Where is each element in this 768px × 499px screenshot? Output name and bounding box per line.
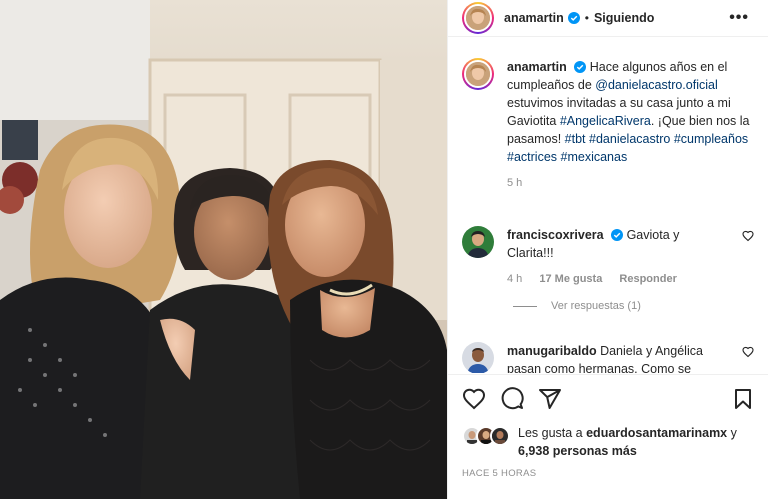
comment-body: franciscoxrivera Gaviota y Clarita!!! 4 …: [507, 226, 727, 288]
comment-body: manugaribaldo Daniela y Angélica pasan c…: [507, 342, 727, 373]
comment-username[interactable]: manugaribaldo: [507, 344, 597, 358]
commenter-avatar[interactable]: [462, 226, 494, 258]
post-timestamp[interactable]: HACE 5 HORAS: [462, 468, 536, 479]
likes-count[interactable]: 6,938 personas más: [518, 444, 637, 458]
likes-text: Les gusta a eduardosantamarinamx y 6,938…: [518, 424, 762, 460]
author-username[interactable]: anamartin: [504, 11, 564, 25]
following-button[interactable]: Siguiendo: [594, 11, 654, 25]
caption-author-avatar[interactable]: [462, 58, 494, 90]
caption-username[interactable]: anamartin: [507, 60, 567, 74]
post-actions-bar: [448, 374, 768, 424]
share-send-icon[interactable]: [538, 387, 562, 411]
post-side-panel: anamartin • Siguiendo ••• anamartin Hace…: [447, 0, 768, 499]
liker-avatars[interactable]: [462, 424, 512, 446]
header-separator: •: [584, 11, 589, 25]
view-replies-button[interactable]: Ver respuestas (1): [513, 300, 641, 312]
likes-middle: y: [727, 426, 737, 440]
comment-username[interactable]: franciscoxrivera: [507, 228, 604, 242]
hashtag-link[interactable]: #actrices: [507, 150, 557, 164]
replies-divider: [513, 305, 537, 307]
hashtag-link[interactable]: #mexicanas: [561, 150, 628, 164]
commenter-avatar-image: [462, 342, 494, 373]
view-replies-label: Ver respuestas (1): [551, 300, 641, 312]
comment-bubble-icon[interactable]: [500, 387, 524, 411]
caption-avatar-image: [466, 62, 490, 86]
caption-time[interactable]: 5 h: [507, 174, 757, 192]
post-photo[interactable]: [0, 0, 447, 499]
verified-badge-icon: [567, 12, 580, 24]
mention-link[interactable]: @danielacastro.oficial: [595, 78, 717, 92]
commenter-avatar[interactable]: [462, 342, 494, 373]
instagram-post: anamartin • Siguiendo ••• anamartin Hace…: [0, 0, 768, 499]
author-avatar[interactable]: [462, 2, 494, 34]
verified-badge-icon: [574, 61, 587, 73]
comments-list[interactable]: anamartin Hace algunos años en el cumple…: [448, 38, 768, 373]
like-heart-icon[interactable]: [462, 387, 486, 411]
hashtag-link[interactable]: #cumpleaños: [674, 132, 748, 146]
comment-time[interactable]: 4 h: [507, 273, 522, 285]
comment-meta: 4 h 17 Me gusta Responder: [507, 270, 727, 288]
comment-likes[interactable]: 17 Me gusta: [539, 273, 602, 285]
post-photo-illustration: [0, 0, 447, 499]
hashtag-link[interactable]: #tbt: [565, 132, 586, 146]
caption-text: anamartin Hace algunos años en el cumple…: [507, 58, 757, 192]
liker-username[interactable]: eduardosantamarinamx: [586, 426, 727, 440]
reply-button[interactable]: Responder: [619, 273, 676, 285]
hashtag-link[interactable]: #danielacastro: [589, 132, 670, 146]
author-avatar-image: [466, 6, 490, 30]
post-caption: anamartin Hace algunos años en el cumple…: [462, 58, 762, 192]
hashtag-link[interactable]: #AngelicaRivera: [560, 114, 651, 128]
verified-badge-icon: [611, 229, 624, 241]
more-options-icon[interactable]: •••: [729, 10, 749, 26]
comment-item: manugaribaldo Daniela y Angélica pasan c…: [462, 342, 762, 373]
likes-prefix: Les gusta a: [518, 426, 587, 440]
post-header: anamartin • Siguiendo •••: [448, 0, 768, 37]
save-bookmark-icon[interactable]: [731, 387, 755, 411]
likes-summary: Les gusta a eduardosantamarinamx y 6,938…: [462, 424, 762, 460]
comment-like-heart-icon[interactable]: [742, 230, 754, 242]
comment-item: franciscoxrivera Gaviota y Clarita!!! 4 …: [462, 226, 762, 288]
comment-like-heart-icon[interactable]: [742, 346, 754, 358]
liker-avatar: [490, 426, 510, 446]
commenter-avatar-image: [462, 226, 494, 258]
